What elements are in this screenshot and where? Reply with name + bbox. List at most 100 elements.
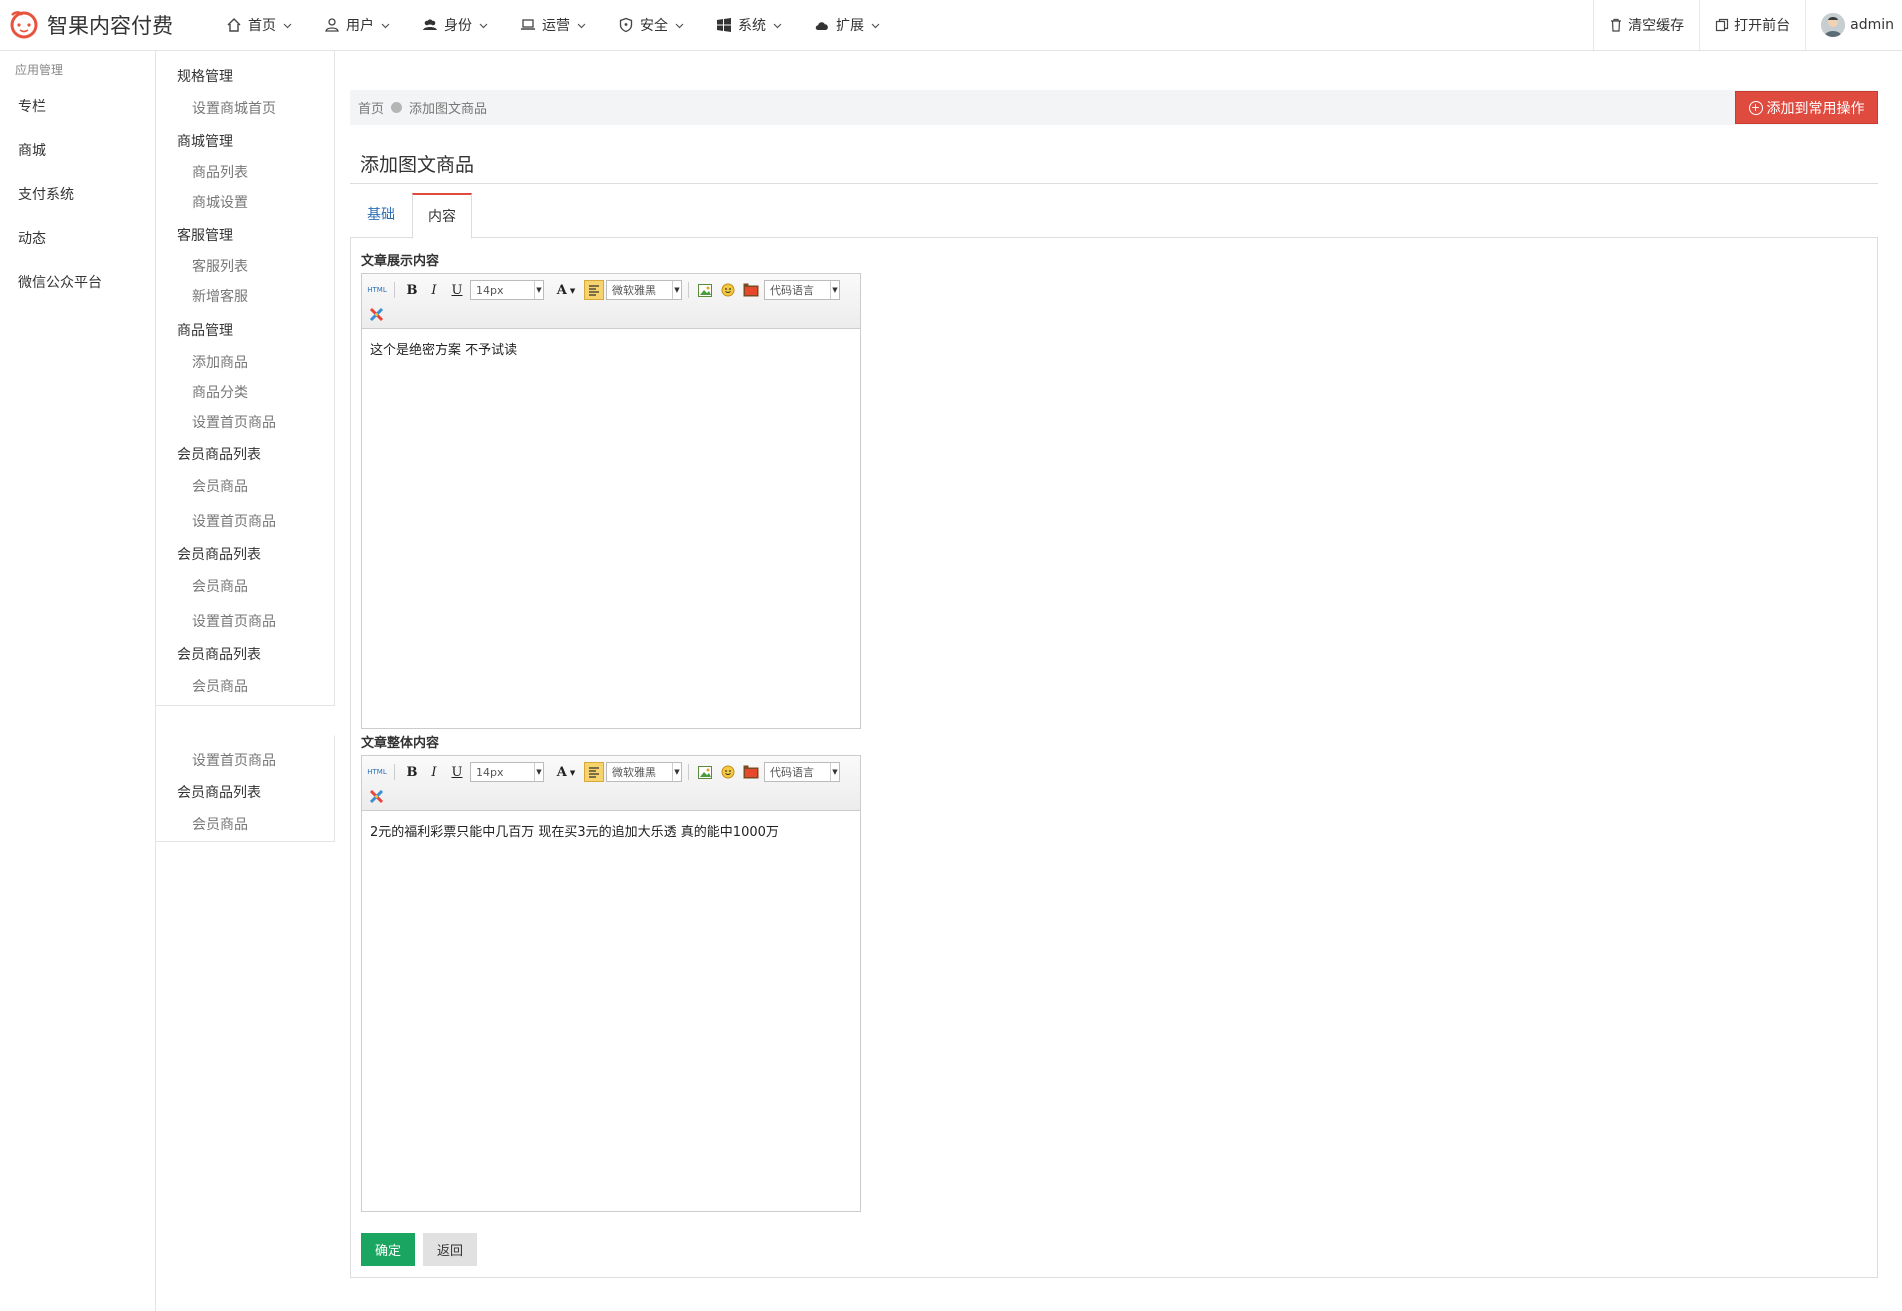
- subnav-item[interactable]: 设置首页商品: [156, 412, 276, 432]
- sidebar-item-column[interactable]: 专栏: [0, 85, 155, 129]
- code-language-select[interactable]: 代码语言 ▼: [764, 762, 840, 782]
- image-icon[interactable]: [695, 762, 715, 782]
- media-icon[interactable]: [741, 762, 761, 782]
- chevron-down-icon: [479, 21, 488, 30]
- laptop-icon: [520, 17, 536, 33]
- subnav-group-member[interactable]: 会员商品列表: [156, 444, 261, 464]
- sidebar-item-payment[interactable]: 支付系统: [0, 173, 155, 217]
- nav-home-label: 首页: [248, 18, 276, 34]
- add-to-common-button[interactable]: + 添加到常用操作: [1735, 91, 1878, 124]
- tab-content[interactable]: 内容: [412, 193, 472, 239]
- editor-body[interactable]: 2元的福利彩票只能中几百万 现在买3元的追加大乐透 真的能中1000万: [362, 811, 860, 850]
- sub-sidebar-block: 规格管理 设置商城首页 商城管理 商品列表 商城设置 客服管理 客服列表 新增客…: [156, 51, 335, 706]
- tab-bar: 基础 内容: [350, 193, 1878, 239]
- subnav-item[interactable]: 会员商品: [156, 676, 248, 696]
- breadcrumb-home[interactable]: 首页: [358, 98, 384, 117]
- subnav-group-mall[interactable]: 商城管理: [156, 131, 233, 151]
- underline-button[interactable]: U: [447, 280, 467, 300]
- dropdown-arrow-icon: ▼: [672, 281, 681, 299]
- font-family-select[interactable]: 微软雅黑 ▼: [606, 762, 682, 782]
- italic-button[interactable]: I: [424, 280, 444, 300]
- nav-extend[interactable]: 扩展: [798, 0, 896, 50]
- nav-extend-label: 扩展: [836, 18, 864, 34]
- nav-identity[interactable]: 身份: [406, 0, 504, 50]
- image-icon[interactable]: [695, 280, 715, 300]
- rich-editor-display: HTML B I U 14px▼ A▼ 微软雅黑▼ 代码语言▼ 这个是绝: [361, 273, 861, 729]
- user-menu[interactable]: admin: [1805, 0, 1902, 50]
- align-left-icon[interactable]: [584, 280, 604, 300]
- field-label-full-content: 文章整体内容: [361, 736, 440, 751]
- sub-sidebar: 规格管理 设置商城首页 商城管理 商品列表 商城设置 客服管理 客服列表 新增客…: [156, 51, 335, 842]
- nav-home[interactable]: 首页: [210, 0, 308, 50]
- chevron-down-icon: [381, 21, 390, 30]
- clear-format-icon[interactable]: [366, 304, 386, 324]
- subnav-group-service[interactable]: 客服管理: [156, 225, 233, 245]
- divider: [350, 183, 1878, 184]
- nav-security[interactable]: 安全: [602, 0, 700, 50]
- font-size-select[interactable]: 14px ▼: [470, 762, 544, 782]
- chevron-down-icon: [773, 21, 782, 30]
- font-family-value: 微软雅黑: [612, 284, 656, 297]
- bold-button[interactable]: B: [402, 280, 422, 300]
- code-language-select[interactable]: 代码语言 ▼: [764, 280, 840, 300]
- font-size-value: 14px: [476, 283, 504, 297]
- back-button[interactable]: 返回: [423, 1233, 477, 1266]
- emoji-icon[interactable]: [718, 762, 738, 782]
- sidebar-item-wechat[interactable]: 微信公众平台: [0, 261, 155, 305]
- add-to-common-label: 添加到常用操作: [1766, 100, 1865, 117]
- subnav-group-spec[interactable]: 规格管理: [156, 66, 233, 86]
- tab-basic[interactable]: 基础: [350, 193, 412, 238]
- subnav-group-member[interactable]: 会员商品列表: [156, 544, 261, 564]
- underline-button[interactable]: U: [447, 762, 467, 782]
- emoji-icon[interactable]: [718, 280, 738, 300]
- breadcrumb-current: 添加图文商品: [409, 102, 488, 117]
- subnav-item[interactable]: 商品分类: [156, 382, 248, 402]
- media-icon[interactable]: [741, 280, 761, 300]
- subnav-item[interactable]: 设置首页商品: [156, 750, 276, 770]
- app-logo[interactable]: 智果内容付费: [6, 8, 173, 42]
- username: admin: [1850, 17, 1894, 33]
- page-title: 添加图文商品: [360, 154, 475, 176]
- dropdown-arrow-icon: ▼: [830, 281, 839, 299]
- subnav-item[interactable]: 设置首页商品: [156, 511, 276, 531]
- subnav-group-goods[interactable]: 商品管理: [156, 320, 233, 340]
- font-color-button[interactable]: A ▼: [552, 280, 580, 300]
- font-size-select[interactable]: 14px ▼: [470, 280, 544, 300]
- html-source-icon[interactable]: HTML: [366, 762, 388, 782]
- font-family-select[interactable]: 微软雅黑 ▼: [606, 280, 682, 300]
- subnav-group-member[interactable]: 会员商品列表: [156, 644, 261, 664]
- subnav-item[interactable]: 客服列表: [156, 256, 248, 276]
- subnav-item[interactable]: 设置首页商品: [156, 611, 276, 631]
- subnav-item[interactable]: 会员商品: [156, 476, 248, 496]
- sidebar-heading: 应用管理: [15, 63, 64, 77]
- divider: [394, 282, 395, 298]
- open-front-button[interactable]: 打开前台: [1699, 0, 1805, 50]
- clear-cache-button[interactable]: 清空缓存: [1593, 0, 1699, 50]
- confirm-button[interactable]: 确定: [361, 1233, 415, 1266]
- home-icon: [226, 17, 242, 33]
- bold-button[interactable]: B: [402, 762, 422, 782]
- subnav-group-member[interactable]: 会员商品列表: [156, 782, 261, 802]
- html-source-icon[interactable]: HTML: [366, 280, 388, 300]
- sidebar-item-mall[interactable]: 商城: [0, 129, 155, 173]
- nav-security-label: 安全: [640, 18, 668, 34]
- editor-body[interactable]: 这个是绝密方案 不予试读: [362, 329, 860, 368]
- clear-format-icon[interactable]: [366, 786, 386, 806]
- font-color-button[interactable]: A ▼: [552, 762, 580, 782]
- nav-user[interactable]: 用户: [308, 0, 406, 50]
- field-label-display-content: 文章展示内容: [361, 254, 440, 269]
- dropdown-arrow-icon: ▼: [672, 763, 681, 781]
- subnav-item[interactable]: 新增客服: [156, 286, 248, 306]
- subnav-item[interactable]: 商品列表: [156, 162, 248, 182]
- subnav-item[interactable]: 添加商品: [156, 352, 248, 372]
- subnav-item[interactable]: 会员商品: [156, 814, 248, 834]
- align-left-icon[interactable]: [584, 762, 604, 782]
- subnav-item[interactable]: 设置商城首页: [156, 98, 276, 118]
- nav-operation[interactable]: 运营: [504, 0, 602, 50]
- plus-circle-icon: +: [1748, 100, 1763, 115]
- subnav-item[interactable]: 商城设置: [156, 192, 248, 212]
- italic-button[interactable]: I: [424, 762, 444, 782]
- nav-system[interactable]: 系统: [700, 0, 798, 50]
- sidebar-item-feed[interactable]: 动态: [0, 217, 155, 261]
- subnav-item[interactable]: 会员商品: [156, 576, 248, 596]
